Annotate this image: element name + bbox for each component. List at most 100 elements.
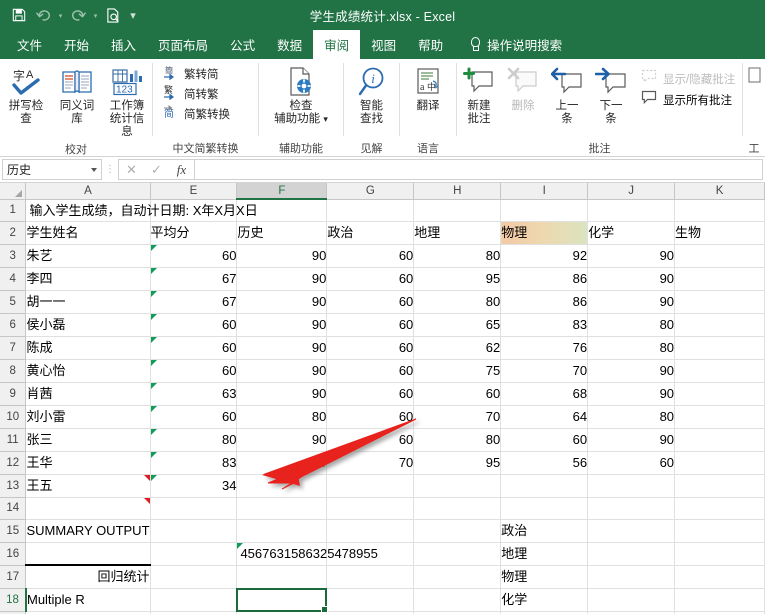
column-header-K[interactable]: K bbox=[675, 183, 765, 199]
column-header-G[interactable]: G bbox=[327, 183, 414, 199]
cell-I10[interactable]: 64 bbox=[501, 405, 588, 428]
cell-A4[interactable]: 李四 bbox=[26, 267, 150, 290]
cell-E15[interactable] bbox=[150, 519, 237, 542]
cell-A6[interactable]: 侯小磊 bbox=[26, 313, 150, 336]
cell-I13[interactable] bbox=[501, 474, 588, 497]
tab-review[interactable]: 审阅 bbox=[313, 30, 360, 59]
cell-G5[interactable]: 60 bbox=[327, 290, 414, 313]
row-header-5[interactable]: 5 bbox=[0, 290, 26, 313]
cell-H9[interactable]: 60 bbox=[414, 382, 501, 405]
customize-qat-icon[interactable]: ▾ bbox=[126, 9, 140, 22]
cell-H8[interactable]: 75 bbox=[414, 359, 501, 382]
cell-J16[interactable] bbox=[588, 542, 675, 565]
cell-I18[interactable]: 化学 bbox=[501, 589, 588, 612]
cell-G12[interactable]: 70 bbox=[327, 451, 414, 474]
cell-J9[interactable]: 90 bbox=[588, 382, 675, 405]
previous-comment-button[interactable]: 上一条 bbox=[545, 62, 589, 128]
cell-E11[interactable]: 80 bbox=[150, 428, 237, 451]
cell-K10[interactable] bbox=[675, 405, 765, 428]
cell-K7[interactable] bbox=[675, 336, 765, 359]
cell-A10[interactable]: 刘小雷 bbox=[26, 405, 150, 428]
cell-J14[interactable] bbox=[588, 497, 675, 519]
cell-G3[interactable]: 60 bbox=[327, 244, 414, 267]
cell-E18[interactable] bbox=[150, 589, 237, 612]
tab-insert[interactable]: 插入 bbox=[100, 30, 147, 59]
translate-button[interactable]: a 中 翻译 bbox=[403, 62, 453, 115]
cell-K6[interactable] bbox=[675, 313, 765, 336]
cell-E7[interactable]: 60 bbox=[150, 336, 237, 359]
cell-H4[interactable]: 95 bbox=[414, 267, 501, 290]
cell-J6[interactable]: 80 bbox=[588, 313, 675, 336]
formula-input[interactable] bbox=[194, 159, 763, 180]
tab-data[interactable]: 数据 bbox=[266, 30, 313, 59]
cell-H15[interactable] bbox=[414, 519, 501, 542]
cell-E5[interactable]: 67 bbox=[150, 290, 237, 313]
cell-J12[interactable]: 60 bbox=[588, 451, 675, 474]
cell-J4[interactable]: 90 bbox=[588, 267, 675, 290]
tab-formulas[interactable]: 公式 bbox=[219, 30, 266, 59]
column-header-H[interactable]: H bbox=[414, 183, 501, 199]
cell-A7[interactable]: 陈成 bbox=[26, 336, 150, 359]
cell-A12[interactable]: 王华 bbox=[26, 451, 150, 474]
tab-help[interactable]: 帮助 bbox=[407, 30, 454, 59]
cell-F12[interactable]: 60 bbox=[237, 451, 327, 474]
cell-I17[interactable]: 物理 bbox=[501, 565, 588, 589]
cell-G7[interactable]: 60 bbox=[327, 336, 414, 359]
row-header-4[interactable]: 4 bbox=[0, 267, 26, 290]
cell-H14[interactable] bbox=[414, 497, 501, 519]
print-preview-icon[interactable] bbox=[102, 4, 124, 26]
cell-K2[interactable]: 生物 bbox=[675, 221, 765, 244]
cell-F4[interactable]: 90 bbox=[237, 267, 327, 290]
cell-A11[interactable]: 张三 bbox=[26, 428, 150, 451]
cell-I14[interactable] bbox=[501, 497, 588, 519]
cell-G13[interactable] bbox=[327, 474, 414, 497]
cell-E16[interactable] bbox=[150, 542, 237, 565]
cell-E17[interactable] bbox=[150, 565, 237, 589]
row-header-14[interactable]: 14 bbox=[0, 497, 26, 519]
cell-H13[interactable] bbox=[414, 474, 501, 497]
cell-J13[interactable] bbox=[588, 474, 675, 497]
cell-E9[interactable]: 63 bbox=[150, 382, 237, 405]
select-all-corner[interactable] bbox=[0, 183, 26, 199]
column-header-J[interactable]: J bbox=[588, 183, 675, 199]
cell-G18[interactable] bbox=[327, 589, 414, 612]
cell-F16[interactable]: 4567631586325478955 bbox=[237, 542, 327, 565]
cell-H12[interactable]: 95 bbox=[414, 451, 501, 474]
row-header-10[interactable]: 10 bbox=[0, 405, 26, 428]
cell-H2[interactable]: 地理 bbox=[414, 221, 501, 244]
cell-H6[interactable]: 65 bbox=[414, 313, 501, 336]
save-icon[interactable] bbox=[8, 4, 30, 26]
cell-E8[interactable]: 60 bbox=[150, 359, 237, 382]
column-header-A[interactable]: A bbox=[26, 183, 150, 199]
cell-A8[interactable]: 黄心怡 bbox=[26, 359, 150, 382]
cell-A1[interactable]: 输入学生成绩，自动计日期: X年X月X日 bbox=[26, 199, 150, 221]
cell-I3[interactable]: 92 bbox=[501, 244, 588, 267]
cell-E13[interactable]: 34 bbox=[150, 474, 237, 497]
cell-F18[interactable] bbox=[237, 589, 327, 612]
traditional-to-simplified-button[interactable]: 簡 繁转简 bbox=[159, 64, 234, 84]
column-header-F[interactable]: F bbox=[237, 183, 327, 199]
cell-A18[interactable]: Multiple R bbox=[26, 589, 150, 612]
cell-E6[interactable]: 60 bbox=[150, 313, 237, 336]
cell-G1[interactable] bbox=[327, 199, 414, 221]
cell-F9[interactable]: 90 bbox=[237, 382, 327, 405]
row-header-12[interactable]: 12 bbox=[0, 451, 26, 474]
cell-I1[interactable] bbox=[501, 199, 588, 221]
cell-J17[interactable] bbox=[588, 565, 675, 589]
cell-A3[interactable]: 朱艺 bbox=[26, 244, 150, 267]
cell-H7[interactable]: 62 bbox=[414, 336, 501, 359]
cell-K9[interactable] bbox=[675, 382, 765, 405]
row-header-6[interactable]: 6 bbox=[0, 313, 26, 336]
cell-K8[interactable] bbox=[675, 359, 765, 382]
insert-function-icon[interactable]: fx bbox=[169, 160, 194, 179]
check-accessibility-button[interactable]: 检查 辅助功能 ▾ bbox=[263, 62, 339, 128]
cell-E14[interactable] bbox=[150, 497, 237, 519]
column-header-I[interactable]: I bbox=[501, 183, 588, 199]
cell-E12[interactable]: 83 bbox=[150, 451, 237, 474]
simplified-to-traditional-button[interactable]: 繁 简转繁 bbox=[159, 84, 234, 104]
tab-file[interactable]: 文件 bbox=[6, 30, 53, 59]
row-header-13[interactable]: 13 bbox=[0, 474, 26, 497]
row-header-9[interactable]: 9 bbox=[0, 382, 26, 405]
tab-page-layout[interactable]: 页面布局 bbox=[147, 30, 219, 59]
smart-lookup-button[interactable]: i 智能 查找 bbox=[347, 62, 397, 128]
